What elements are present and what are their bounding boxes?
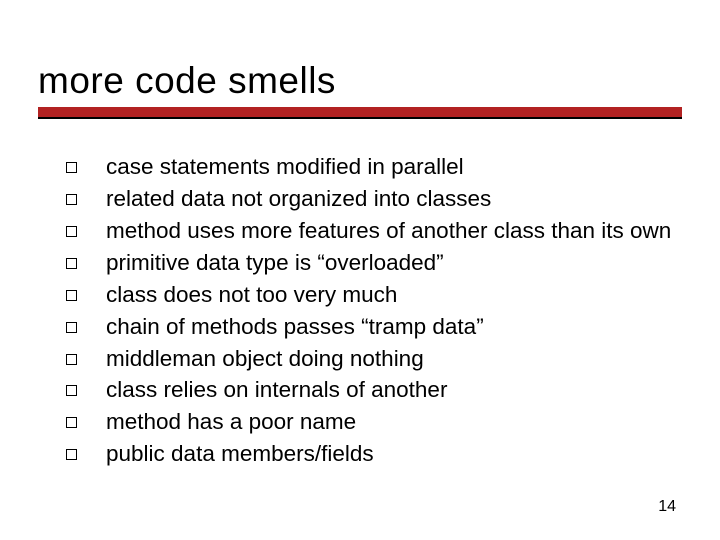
square-bullet-icon: [66, 194, 77, 205]
list-item: primitive data type is “overloaded”: [66, 248, 680, 278]
list-item: method uses more features of another cla…: [66, 216, 680, 246]
square-bullet-icon: [66, 385, 77, 396]
list-item: chain of methods passes “tramp data”: [66, 312, 680, 342]
list-item-text: class does not too very much: [106, 282, 397, 307]
title-underline: [38, 107, 682, 117]
slide-body: case statements modified in parallel rel…: [66, 152, 680, 471]
list-item-text: case statements modified in parallel: [106, 154, 464, 179]
list-item: middleman object doing nothing: [66, 344, 680, 374]
list-item-text: primitive data type is “overloaded”: [106, 250, 444, 275]
slide-title: more code smells: [38, 62, 682, 101]
square-bullet-icon: [66, 226, 77, 237]
square-bullet-icon: [66, 258, 77, 269]
list-item-text: method uses more features of another cla…: [106, 218, 671, 243]
list-item: method has a poor name: [66, 407, 680, 437]
slide: more code smells case statements modifie…: [0, 0, 720, 540]
square-bullet-icon: [66, 354, 77, 365]
list-item-text: middleman object doing nothing: [106, 346, 424, 371]
list-item-text: related data not organized into classes: [106, 186, 491, 211]
list-item: class relies on internals of another: [66, 375, 680, 405]
title-block: more code smells: [38, 62, 682, 117]
square-bullet-icon: [66, 162, 77, 173]
list-item: public data members/fields: [66, 439, 680, 469]
list-item: class does not too very much: [66, 280, 680, 310]
list-item: related data not organized into classes: [66, 184, 680, 214]
list-item-text: method has a poor name: [106, 409, 356, 434]
square-bullet-icon: [66, 290, 77, 301]
list-item: case statements modified in parallel: [66, 152, 680, 182]
bullet-list: case statements modified in parallel rel…: [66, 152, 680, 469]
square-bullet-icon: [66, 449, 77, 460]
list-item-text: class relies on internals of another: [106, 377, 447, 402]
page-number: 14: [658, 498, 676, 516]
square-bullet-icon: [66, 417, 77, 428]
list-item-text: chain of methods passes “tramp data”: [106, 314, 484, 339]
square-bullet-icon: [66, 322, 77, 333]
list-item-text: public data members/fields: [106, 441, 374, 466]
